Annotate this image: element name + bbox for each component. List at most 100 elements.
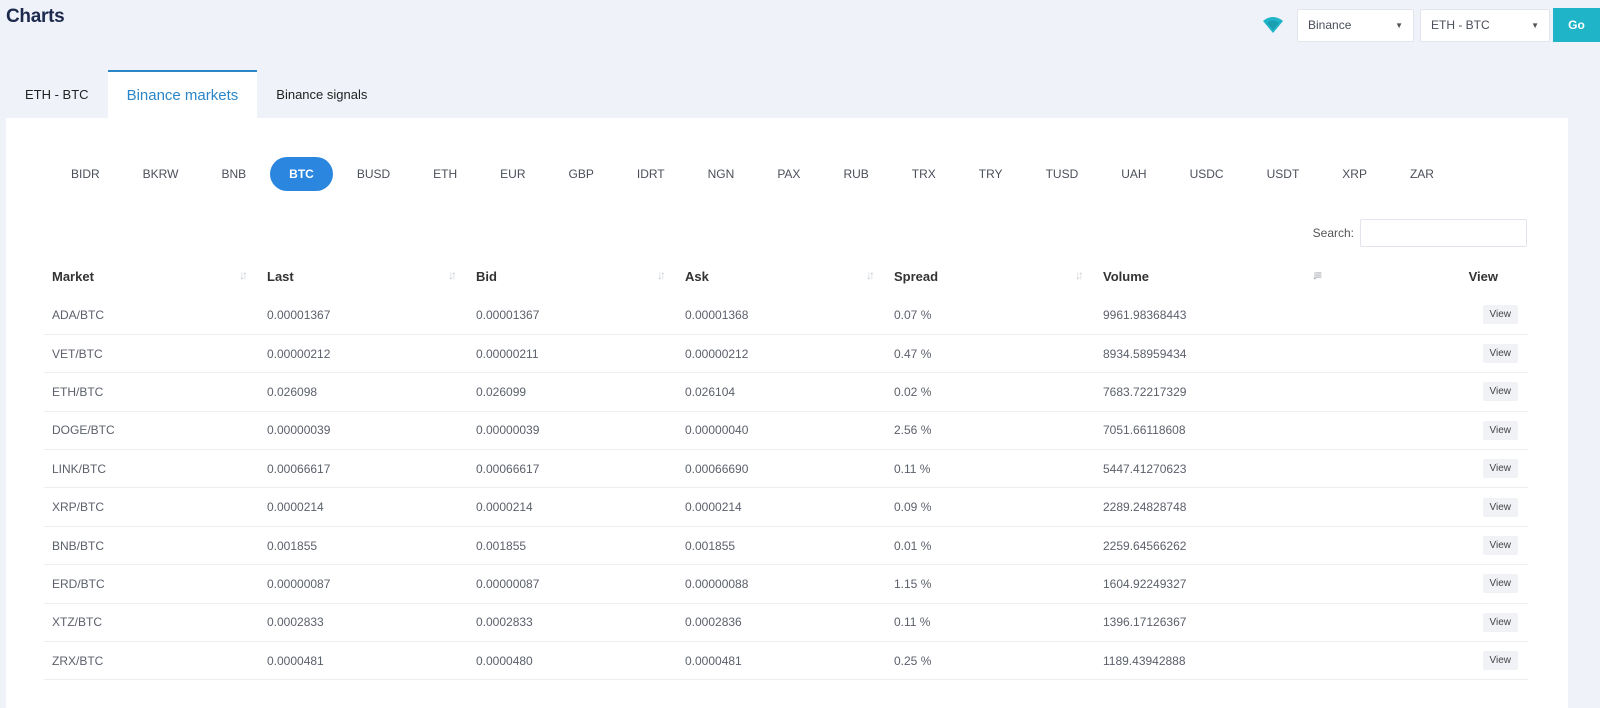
market-link[interactable]: ZRX/BTC (44, 641, 259, 681)
view-cell: View (1333, 411, 1528, 451)
currency-pill-eth[interactable]: ETH (414, 157, 476, 191)
last-price: 0.00001367 (259, 296, 468, 335)
ask-price: 0.00001368 (677, 296, 886, 335)
currency-pill-gbp[interactable]: GBP (550, 157, 613, 191)
bid-price: 0.0000480 (468, 641, 677, 681)
table-row[interactable]: ERD/BTC 0.00000087 0.00000087 0.00000088 1.1… (44, 564, 1528, 604)
currency-pill-btc[interactable]: BTC (270, 157, 333, 191)
market-link[interactable]: VET/BTC (44, 334, 259, 374)
bid-price: 0.0002833 (468, 603, 677, 643)
sort-icon[interactable]: ↓↑ (657, 268, 666, 282)
column-header-label: View (1468, 268, 1498, 284)
column-header-label: Volume (1103, 268, 1149, 284)
column-header-last[interactable]: Last ↓↑ (259, 256, 468, 296)
last-price: 0.0000214 (259, 487, 468, 527)
currency-pill-rub[interactable]: RUB (824, 157, 887, 191)
column-header-label: Last (267, 268, 294, 284)
view-button[interactable]: View (1482, 651, 1518, 671)
market-link[interactable]: XRP/BTC (44, 487, 259, 527)
last-price: 0.0000481 (259, 641, 468, 681)
signal-wifi-icon[interactable] (1261, 15, 1285, 35)
tab-eth-btc[interactable]: ETH - BTC (6, 70, 108, 118)
column-header-view[interactable]: View (1333, 256, 1528, 296)
table-row[interactable]: DOGE/BTC 0.00000039 0.00000039 0.00000040 2.… (44, 411, 1528, 451)
column-header-spread[interactable]: Spread ↓↑ (886, 256, 1095, 296)
tab-binance-markets[interactable]: Binance markets (107, 70, 258, 118)
ask-price: 0.00066690 (677, 449, 886, 489)
pair-select-value: ETH - BTC (1431, 18, 1490, 32)
view-button[interactable]: View (1482, 497, 1518, 517)
ask-price: 0.026104 (677, 372, 886, 412)
table-row[interactable]: ADA/BTC 0.00001367 0.00001367 0.00001368 0.0… (44, 296, 1528, 335)
view-button[interactable]: View (1482, 305, 1518, 325)
column-header-volume[interactable]: Volume ↓≡ (1095, 256, 1333, 296)
currency-pill-zar[interactable]: ZAR (1391, 157, 1453, 191)
bid-price: 0.00001367 (468, 296, 677, 335)
view-cell: View (1333, 603, 1528, 643)
table-row[interactable]: XTZ/BTC 0.0002833 0.0002833 0.0002836 0.11 %… (44, 603, 1528, 643)
table-row[interactable]: XRP/BTC 0.0000214 0.0000214 0.0000214 0.09 %… (44, 487, 1528, 527)
currency-pill-eur[interactable]: EUR (481, 157, 544, 191)
table-row[interactable]: ETH/BTC 0.026098 0.026099 0.026104 0.02 % 768… (44, 372, 1528, 412)
ask-price: 0.001855 (677, 526, 886, 566)
currency-pill-ngn[interactable]: NGN (689, 157, 754, 191)
table-row[interactable]: BNB/BTC 0.001855 0.001855 0.001855 0.01 % 225… (44, 526, 1528, 566)
view-button[interactable]: View (1482, 420, 1518, 440)
column-header-market[interactable]: Market ↓↑ (44, 256, 259, 296)
currency-pill-try[interactable]: TRY (960, 157, 1022, 191)
table-header-row: Market ↓↑ Last ↓↑ Bid ↓↑ Ask ↓↑ Spread ↓↑ Volume ↓≡… (44, 256, 1528, 296)
sort-icon[interactable]: ↓↑ (866, 268, 875, 282)
currency-pill-bnb[interactable]: BNB (202, 157, 265, 191)
currency-pill-usdc[interactable]: USDC (1171, 157, 1243, 191)
view-button[interactable]: View (1482, 459, 1518, 479)
go-button[interactable]: Go (1553, 8, 1600, 42)
market-link[interactable]: ETH/BTC (44, 372, 259, 412)
spread-value: 0.07 % (886, 296, 1095, 335)
market-link[interactable]: DOGE/BTC (44, 411, 259, 451)
view-button[interactable]: View (1482, 382, 1518, 402)
market-link[interactable]: ERD/BTC (44, 564, 259, 604)
sort-icon[interactable]: ↓↑ (448, 268, 457, 282)
bid-price: 0.00000087 (468, 564, 677, 604)
view-button[interactable]: View (1482, 344, 1518, 364)
exchange-select[interactable]: Binance ▼ (1297, 8, 1414, 42)
sort-icon[interactable]: ↓↑ (239, 268, 248, 282)
ask-price: 0.00000212 (677, 334, 886, 374)
sort-descending-icon[interactable]: ↓≡ (1312, 268, 1322, 282)
tab-binance-signals[interactable]: Binance signals (257, 70, 386, 118)
currency-pill-tusd[interactable]: TUSD (1027, 157, 1098, 191)
table-row[interactable]: VET/BTC 0.00000212 0.00000211 0.00000212 0.4… (44, 334, 1528, 374)
currency-pill-usdt[interactable]: USDT (1248, 157, 1319, 191)
pair-select[interactable]: ETH - BTC ▼ (1420, 8, 1550, 42)
bid-price: 0.026099 (468, 372, 677, 412)
view-button[interactable]: View (1482, 574, 1518, 594)
market-link[interactable]: LINK/BTC (44, 449, 259, 489)
currency-pill-busd[interactable]: BUSD (338, 157, 409, 191)
column-header-ask[interactable]: Ask ↓↑ (677, 256, 886, 296)
spread-value: 0.02 % (886, 372, 1095, 412)
page-title: Charts (6, 6, 65, 27)
market-link[interactable]: XTZ/BTC (44, 603, 259, 643)
currency-pill-pax[interactable]: PAX (758, 157, 819, 191)
currency-pill-bkrw[interactable]: BKRW (124, 157, 198, 191)
search-area: Search: (1313, 219, 1527, 247)
currency-pill-xrp[interactable]: XRP (1323, 157, 1386, 191)
market-link[interactable]: ADA/BTC (44, 296, 259, 335)
table-row[interactable]: LINK/BTC 0.00066617 0.00066617 0.00066690 0.… (44, 449, 1528, 489)
table-row[interactable]: ZRX/BTC 0.0000481 0.0000480 0.0000481 0.25 %… (44, 641, 1528, 681)
column-header-label: Market (52, 268, 94, 284)
view-cell: View (1333, 334, 1528, 374)
view-button[interactable]: View (1482, 536, 1518, 556)
currency-pill-idrt[interactable]: IDRT (618, 157, 684, 191)
bid-price: 0.00066617 (468, 449, 677, 489)
last-price: 0.00066617 (259, 449, 468, 489)
search-label: Search: (1312, 226, 1354, 240)
search-input[interactable] (1360, 219, 1527, 247)
column-header-bid[interactable]: Bid ↓↑ (468, 256, 677, 296)
currency-pill-trx[interactable]: TRX (893, 157, 955, 191)
sort-icon[interactable]: ↓↑ (1075, 268, 1084, 282)
view-button[interactable]: View (1482, 612, 1518, 632)
currency-pill-bidr[interactable]: BIDR (52, 157, 119, 191)
market-link[interactable]: BNB/BTC (44, 526, 259, 566)
currency-pill-uah[interactable]: UAH (1102, 157, 1165, 191)
